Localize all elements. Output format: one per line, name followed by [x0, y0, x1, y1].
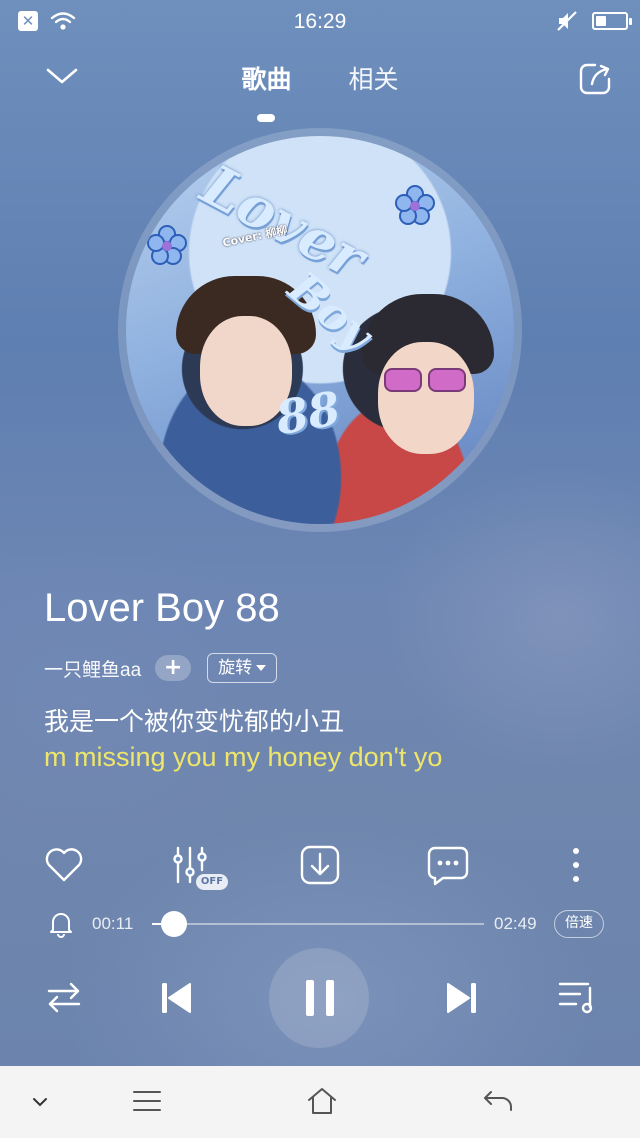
next-icon[interactable]	[444, 980, 480, 1016]
album-cover-frame[interactable]: Lover Boy 88 Cover: 柳柳	[118, 128, 522, 532]
progress-row: 00:11 02:49 倍速	[0, 906, 640, 942]
playback-controls	[0, 948, 640, 1048]
menu-icon[interactable]	[132, 1088, 162, 1114]
cover-sunglasses	[380, 368, 470, 394]
progress-track[interactable]	[152, 911, 484, 937]
back-icon[interactable]	[482, 1088, 514, 1112]
status-right	[556, 10, 632, 32]
current-time: 00:11	[92, 914, 134, 933]
cover-title-number: 88	[271, 380, 345, 446]
action-row: OFF	[0, 842, 640, 892]
system-nav-bar	[0, 1066, 640, 1138]
rotate-tag-label: 旋转	[218, 657, 253, 678]
playlist-icon[interactable]	[558, 980, 596, 1014]
song-meta: 一只鲤鱼aa + 旋转	[44, 652, 278, 684]
top-nav: 歌曲 相关	[0, 52, 640, 122]
heart-icon[interactable]	[41, 842, 87, 888]
effect-off-badge: OFF	[196, 874, 228, 890]
artist-name[interactable]: 一只鲤鱼aa	[44, 655, 141, 682]
tab-bar: 歌曲 相关	[0, 60, 640, 122]
comment-icon[interactable]	[425, 842, 471, 888]
status-bar: ✕ 16:29	[0, 0, 640, 44]
flower-icon	[395, 185, 435, 225]
repeat-icon[interactable]	[46, 980, 82, 1014]
album-cover: Lover Boy 88 Cover: 柳柳	[126, 136, 514, 524]
more-icon[interactable]	[553, 842, 599, 888]
caret-down-icon	[256, 665, 267, 671]
tab-related[interactable]: 相关	[349, 60, 399, 96]
download-icon[interactable]	[297, 842, 343, 888]
rotate-tag-button[interactable]: 旋转	[207, 653, 278, 683]
battery-icon	[592, 12, 632, 30]
battery-level	[596, 16, 607, 26]
tab-song-label: 歌曲	[241, 65, 292, 94]
share-icon[interactable]	[578, 62, 612, 96]
play-pause-button[interactable]	[269, 948, 369, 1048]
home-icon[interactable]	[306, 1086, 338, 1116]
pause-icon	[306, 980, 334, 1016]
cover-figure-right	[378, 342, 474, 454]
status-time: 16:29	[293, 10, 347, 33]
lyric-current-line[interactable]: 我是一个被你变忧郁的小丑	[44, 702, 344, 738]
song-title: Lover Boy 88	[44, 586, 280, 630]
total-time: 02:49	[494, 914, 537, 933]
bell-icon[interactable]	[48, 910, 74, 938]
speed-button[interactable]: 倍速	[554, 910, 604, 938]
cover-title-lover: Lover	[191, 152, 376, 293]
previous-icon[interactable]	[158, 980, 194, 1016]
lyric-highlight-line[interactable]: m missing you my honey don't yo	[44, 742, 480, 773]
chevron-down-icon[interactable]	[32, 1096, 48, 1108]
tab-indicator	[257, 114, 276, 122]
progress-thumb[interactable]	[160, 911, 187, 937]
flower-icon	[147, 225, 187, 265]
mute-icon	[557, 11, 577, 31]
tab-song[interactable]: 歌曲	[241, 60, 292, 122]
follow-button[interactable]: +	[155, 655, 192, 681]
